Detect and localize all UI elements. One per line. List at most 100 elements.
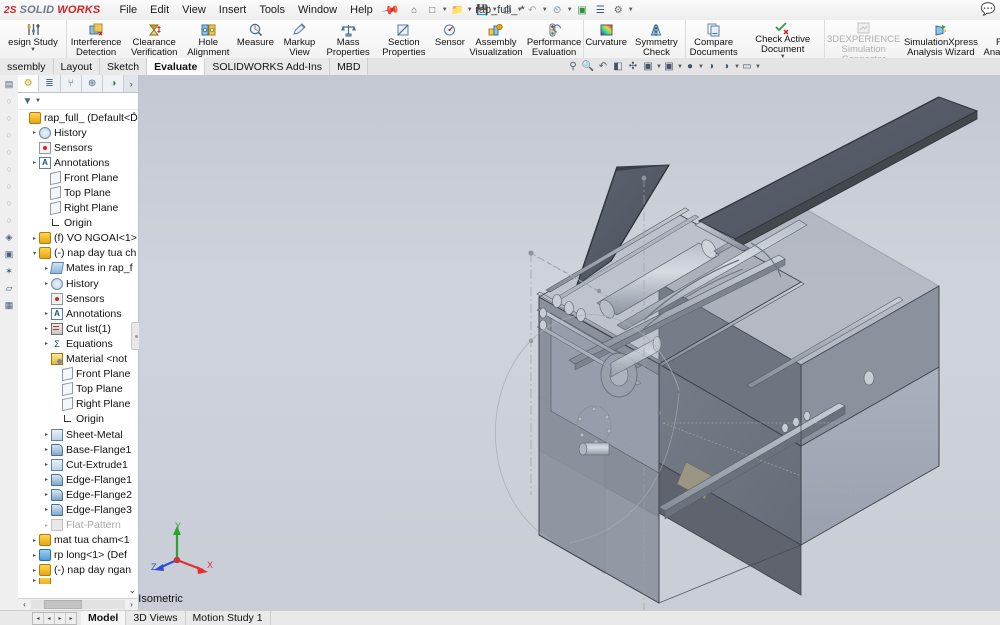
tree-row-flat-pattern[interactable]: ▸ Flat-Pattern bbox=[18, 518, 138, 533]
expand-arrow-icon[interactable]: ▸ bbox=[42, 340, 51, 347]
expand-arrow-icon[interactable]: ▸ bbox=[30, 552, 39, 559]
section-properties-button[interactable]: Section Properties bbox=[375, 20, 433, 58]
assembly-visualization-button[interactable]: Assembly Visualization bbox=[467, 20, 525, 58]
tree-row-assembly-root[interactable]: ▸ rap_full_ (Default<D bbox=[18, 110, 138, 125]
display-manager-tab[interactable]: ◑ bbox=[103, 75, 125, 92]
expand-arrow-icon[interactable]: ▸ bbox=[42, 506, 51, 513]
tree-row-right-plane-sub[interactable]: ▸ Right Plane bbox=[18, 397, 138, 412]
viewport-icon[interactable]: ▭ bbox=[740, 60, 754, 74]
print-chevron-down-icon[interactable]: ▼ bbox=[517, 7, 523, 13]
appearance-chevron-down-icon[interactable]: ▼ bbox=[698, 64, 704, 70]
tree-row-edge-flange3[interactable]: ▸ Edge-Flange3 bbox=[18, 502, 138, 517]
tree-row-top-plane-sub[interactable]: ▸ Top Plane bbox=[18, 382, 138, 397]
thumbnail-icon[interactable]: ▤ bbox=[2, 77, 16, 91]
open-folder-icon[interactable]: 📁 bbox=[449, 2, 466, 19]
feature-manager-tab-bar[interactable]: ⚙ ≣ ⑂ ⊕ ◑ › bbox=[18, 75, 139, 93]
command-manager-tabs[interactable]: ssembly Layout Sketch Evaluate SOLIDWORK… bbox=[0, 58, 1000, 76]
tree-row-sensors[interactable]: ▸ Sensors bbox=[18, 140, 138, 155]
save-icon[interactable]: 💾 bbox=[474, 2, 491, 19]
symmetry-check-button[interactable]: Symmetry Check bbox=[628, 20, 684, 58]
tree-row-history[interactable]: ▸ History bbox=[18, 125, 138, 140]
undo-chevron-down-icon[interactable]: ▼ bbox=[542, 7, 548, 13]
tree-row-partial-next[interactable]: ▸ bbox=[18, 577, 138, 584]
zoom-to-fit-icon[interactable]: ⚲ bbox=[566, 60, 580, 74]
prev-tab-icon[interactable]: ◂ bbox=[44, 612, 55, 624]
expand-arrow-icon[interactable]: ▸ bbox=[42, 280, 51, 287]
assembly-tool-2-icon[interactable]: ○ bbox=[2, 111, 16, 125]
tree-row-equations[interactable]: ▸ Σ Equations bbox=[18, 336, 138, 351]
settings-chevron-down-icon[interactable]: ▼ bbox=[628, 7, 634, 13]
rebuild-chevron-down-icon[interactable]: ▼ bbox=[567, 7, 573, 13]
display-style-chevron-down-icon[interactable]: ▼ bbox=[656, 64, 662, 70]
tree-row-origin[interactable]: ▸ Origin bbox=[18, 216, 138, 231]
expand-arrow-icon[interactable]: ▸ bbox=[42, 431, 51, 438]
markup-view-button[interactable]: Markup View bbox=[277, 20, 321, 58]
new-document-icon[interactable]: □ bbox=[424, 2, 441, 19]
menu-item-tools[interactable]: Tools bbox=[258, 3, 286, 17]
assembly-tool-7-icon[interactable]: ○ bbox=[2, 196, 16, 210]
assembly-tool-8-icon[interactable]: ○ bbox=[2, 213, 16, 227]
feature-tree-filter-row[interactable]: ▼ ▼ bbox=[18, 93, 138, 110]
menu-item-insert[interactable]: Insert bbox=[218, 3, 248, 17]
tree-row-cut-extrude1[interactable]: ▸ Cut-Extrude1 bbox=[18, 457, 138, 472]
home-icon[interactable]: ⌂ bbox=[406, 2, 423, 19]
options-list-icon[interactable]: ☰ bbox=[592, 2, 609, 19]
toggle-icon[interactable]: ▣ bbox=[574, 2, 591, 19]
menu-bar[interactable]: File Edit View Insert Tools Window Help bbox=[118, 3, 373, 17]
assembly-tool-3-icon[interactable]: ○ bbox=[2, 128, 16, 142]
expand-arrow-icon[interactable]: ▸ bbox=[30, 129, 39, 136]
tab-sketch[interactable]: Sketch bbox=[100, 58, 148, 75]
menu-item-window[interactable]: Window bbox=[297, 3, 338, 17]
last-tab-icon[interactable]: ▸ bbox=[66, 613, 76, 624]
tree-row-edge-flange2[interactable]: ▸ Edge-Flange2 bbox=[18, 487, 138, 502]
tree-row-mates[interactable]: ▸ Mates in rap_f bbox=[18, 261, 138, 276]
expand-arrow-icon[interactable]: ▸ bbox=[42, 476, 51, 483]
tree-row-base-flange1[interactable]: ▸ Base-Flange1 bbox=[18, 442, 138, 457]
performance-evaluation-button[interactable]: Performance Evaluation bbox=[525, 20, 583, 58]
tree-row-vo-ngoai[interactable]: ▸ (f) VO NGOAI<1> bbox=[18, 231, 138, 246]
expand-arrow-icon[interactable]: ▸ bbox=[42, 491, 51, 498]
tree-row-sheet-metal[interactable]: ▸ Sheet-Metal bbox=[18, 427, 138, 442]
menu-item-help[interactable]: Help bbox=[349, 3, 374, 17]
feature-tree-list[interactable]: ^ ▸ rap_full_ (Default<D ▸ History ▸ Sen… bbox=[18, 110, 138, 598]
mass-properties-button[interactable]: Mass Properties bbox=[322, 20, 375, 58]
hole-alignment-button[interactable]: Hole Alignment bbox=[183, 20, 233, 58]
quick-access-toolbar[interactable]: ⌂ □ ▼ 📁 ▼ 💾 ▼ ⎙ ▼ ↶ ▼ ⏲ ▼ ▣ ☰ ⚙ ▼ bbox=[406, 2, 634, 19]
filter-funnel-icon[interactable]: ▼ bbox=[22, 96, 33, 107]
expand-arrow-icon[interactable]: ▸ bbox=[30, 159, 39, 166]
expand-arrow-icon[interactable]: ▸ bbox=[30, 537, 39, 544]
scroll-left-icon[interactable]: ‹ bbox=[19, 600, 30, 609]
bottom-tab-model[interactable]: Model bbox=[81, 611, 127, 625]
rebuild-icon[interactable]: ⏲ bbox=[549, 2, 566, 19]
check-active-document-button[interactable]: Check Active Document ▼ bbox=[742, 20, 824, 60]
tree-row-history-sub[interactable]: ▸ History bbox=[18, 276, 138, 291]
tree-row-nap-day-ngan[interactable]: ▸ (-) nap day ngan bbox=[18, 563, 138, 578]
property-manager-tab[interactable]: ≣ bbox=[39, 75, 61, 92]
display-style-icon[interactable]: ▣ bbox=[641, 60, 655, 74]
assembly-tool-1-icon[interactable]: ○ bbox=[2, 94, 16, 108]
interference-detection-button[interactable]: Interference Detection bbox=[67, 20, 125, 58]
tab-nav-arrows[interactable]: ◂ ◂ ▸ ▸ bbox=[32, 611, 77, 625]
tree-row-material[interactable]: ▸ Material <not bbox=[18, 352, 138, 367]
left-toolbar-strip[interactable]: ▤ ○ ○ ○ ○ ○ ○ ○ ○ ◈ ▣ ✶ ▱ ▦ bbox=[0, 75, 19, 612]
edit-appearance-icon[interactable]: ● bbox=[683, 60, 697, 74]
tree-row-origin-sub[interactable]: ▸ Origin bbox=[18, 412, 138, 427]
bottom-tab-motion-study[interactable]: Motion Study 1 bbox=[185, 611, 271, 625]
tab-solidworks-addins[interactable]: SOLIDWORKS Add-Ins bbox=[205, 58, 331, 75]
tree-row-front-plane-sub[interactable]: ▸ Front Plane bbox=[18, 366, 138, 382]
next-tab-icon[interactable]: ▸ bbox=[55, 612, 66, 624]
first-tab-icon[interactable]: ◂ bbox=[33, 612, 44, 624]
viewport-chevron-down-icon[interactable]: ▼ bbox=[755, 64, 761, 70]
view-settings-chevron-down-icon[interactable]: ▼ bbox=[734, 64, 740, 70]
tree-row-annotations[interactable]: ▸ A Annotations bbox=[18, 155, 138, 170]
tree-row-right-plane[interactable]: ▸ Right Plane bbox=[18, 200, 138, 216]
heads-up-view-toolbar[interactable]: ⚲ 🔍 ↶ ◧ ✣ ▣ ▼ ▣ ▼ ● ▼ ◑ ◑ ▼ ▭ ▼ bbox=[566, 59, 761, 74]
section-view-icon[interactable]: ◧ bbox=[611, 60, 625, 74]
dimxpert-manager-tab[interactable]: ⊕ bbox=[81, 75, 104, 92]
view-orientation-icon[interactable]: ✣ bbox=[626, 60, 640, 74]
print-icon[interactable]: ⎙ bbox=[499, 2, 516, 19]
tree-row-front-plane[interactable]: ▸ Front Plane bbox=[18, 170, 138, 186]
new-motion-study-icon[interactable]: ▦ bbox=[2, 298, 16, 312]
hide-show-items-icon[interactable]: ▣ bbox=[662, 60, 676, 74]
tree-row-sensors-sub[interactable]: ▸ Sensors bbox=[18, 291, 138, 306]
